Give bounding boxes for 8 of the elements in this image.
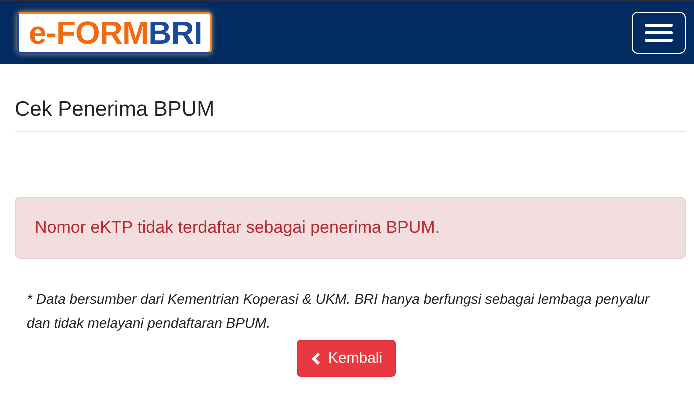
menu-button[interactable] — [632, 12, 686, 54]
back-button[interactable]: Kembali — [297, 340, 396, 377]
menu-icon — [645, 22, 673, 42]
chevron-left-icon — [312, 352, 322, 364]
logo[interactable]: e-FORMBRI — [17, 12, 212, 54]
error-alert: Nomor eKTP tidak terdaftar sebagai penerima BPUM. — [15, 197, 686, 259]
page-title: Cek Penerima BPUM — [15, 64, 686, 132]
source-note: * Data bersumber dari Kementrian Koperasi & UKM. BRI hanya berfungsi sebagai lembaga penyalur dan tidak melayani pendaftaran BPUM. — [27, 290, 651, 333]
